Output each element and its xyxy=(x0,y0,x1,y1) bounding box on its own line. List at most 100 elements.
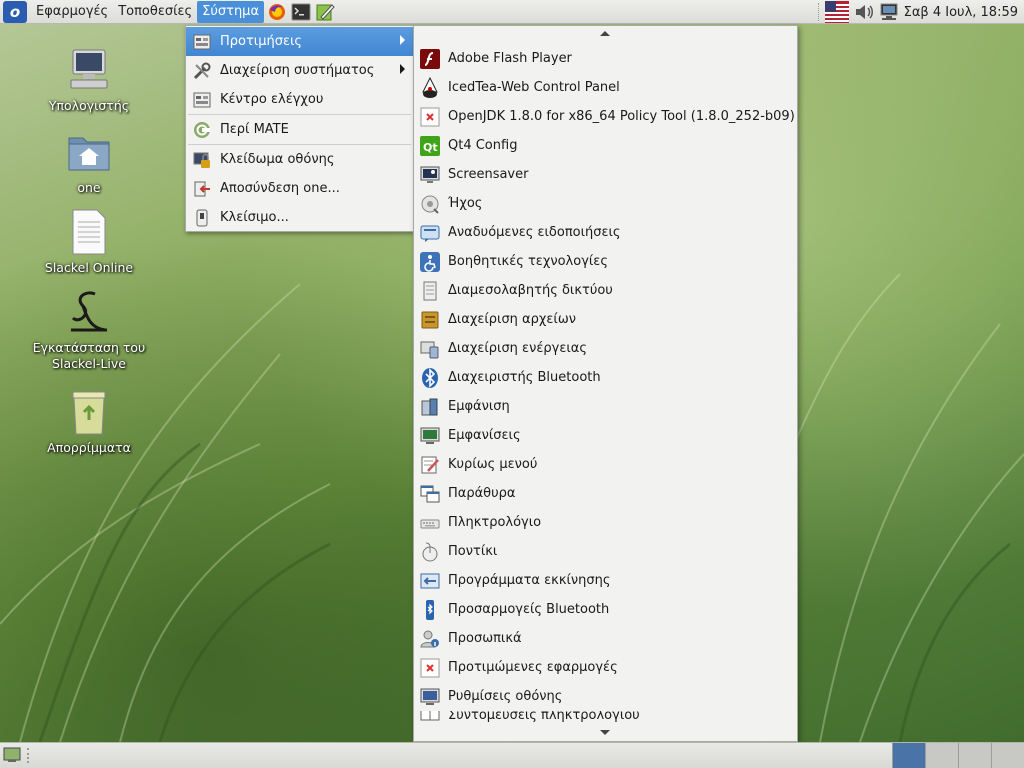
pref-item-startup-apps[interactable]: Προγράμματα εκκίνησης xyxy=(414,566,797,595)
home-folder-icon xyxy=(68,137,110,171)
pref-item-accessibility[interactable]: Βοηθητικές τεχνολογίες xyxy=(414,247,797,276)
menu-item-shutdown[interactable]: Κλείσιμο... xyxy=(186,203,413,232)
pref-item-appearance[interactable]: Εμφάνιση xyxy=(414,392,797,421)
menu-item-about-mate[interactable]: Περί MATE xyxy=(186,115,413,144)
network-proxy-icon xyxy=(419,280,441,302)
firefox-icon[interactable] xyxy=(266,2,288,22)
pref-item-label: Προγράμματα εκκίνησης xyxy=(448,573,611,588)
keyboard-icon xyxy=(419,512,441,534)
pref-item-bluetooth-adapters[interactable]: Προσαρμογείς Bluetooth xyxy=(414,595,797,624)
pref-item-notifications[interactable]: Αναδυόμενες ειδοποιήσεις xyxy=(414,218,797,247)
pref-item-label: Προτιμώμενες εφαρμογές xyxy=(448,660,618,675)
menu-item-log-out[interactable]: Αποσύνδεση one... xyxy=(186,174,413,203)
terminal-icon[interactable] xyxy=(290,2,312,22)
desktop-icon-computer[interactable]: Υπολογιστής xyxy=(29,46,149,114)
menu-item-label: Κλείσιμο... xyxy=(220,210,289,225)
pref-item-label: Αναδυόμενες ειδοποιήσεις xyxy=(448,225,621,240)
desktop-icon-label: one xyxy=(77,180,101,195)
menu-item-label: Διαχείριση συστήματος xyxy=(220,63,375,78)
pref-item-label: Adobe Flash Player xyxy=(448,51,572,66)
menu-item-preferences[interactable]: Προτιμήσεις xyxy=(186,27,413,56)
bluetooth-adapter-icon xyxy=(419,599,441,621)
pref-item-main-menu[interactable]: Κυρίως μενού xyxy=(414,450,797,479)
desktop-icon-installer[interactable]: Εγκατάσταση του Slackel-Live xyxy=(29,288,149,372)
top-panel: o Εφαρμογές Τοποθεσίες Σύστημα Σαβ 4 Ιου… xyxy=(0,0,1024,24)
screensaver-icon xyxy=(419,164,441,186)
main-menu-icon xyxy=(419,454,441,476)
text-editor-icon[interactable] xyxy=(314,2,336,22)
notifications-icon xyxy=(419,222,441,244)
network-icon[interactable] xyxy=(878,2,900,22)
desktop-icon-home[interactable]: one xyxy=(29,128,149,196)
menu-item-administration[interactable]: Διαχείριση συστήματος xyxy=(186,56,413,85)
pref-item-power-management[interactable]: Διαχείριση ενέργειας xyxy=(414,334,797,363)
pref-item-label: Εμφανίσεις xyxy=(448,428,521,443)
pref-item-windows[interactable]: Παράθυρα xyxy=(414,479,797,508)
panel-drag-handle[interactable] xyxy=(27,748,31,763)
us-flag-icon[interactable] xyxy=(824,1,849,23)
pref-item-file-management[interactable]: Διαχείριση αρχείων xyxy=(414,305,797,334)
places-menu[interactable]: Τοποθεσίες xyxy=(113,1,197,23)
document-icon xyxy=(72,209,106,255)
menu-item-label: Περί MATE xyxy=(220,122,289,137)
workspace-3[interactable] xyxy=(958,743,991,768)
pref-item-personal[interactable]: Προσωπικά xyxy=(414,624,797,653)
system-menu[interactable]: Σύστημα xyxy=(197,0,265,23)
scroll-down-arrow-icon[interactable] xyxy=(600,730,610,735)
power-management-icon xyxy=(419,338,441,360)
pref-item-label: Ήχος xyxy=(448,196,483,211)
qt-icon: Qt xyxy=(419,135,441,157)
pref-item-label: Συντομεύσεις πληκτρολογίου xyxy=(448,711,640,723)
workspace-2[interactable] xyxy=(925,743,958,768)
workspace-switcher xyxy=(892,743,1024,768)
pref-item-icedtea[interactable]: IcedTea-Web Control Panel xyxy=(414,73,797,102)
menu-item-label: Προτιμήσεις xyxy=(220,34,303,49)
pref-item-label: Screensaver xyxy=(448,167,529,182)
pref-item-keyboard[interactable]: Πληκτρολόγιο xyxy=(414,508,797,537)
slackel-installer-icon xyxy=(71,291,107,332)
pref-item-display-settings[interactable]: Ρυθμίσεις οθόνης xyxy=(414,682,797,711)
pref-item-sound[interactable]: Ήχος xyxy=(414,189,797,218)
menu-item-label: Κέντρο ελέγχου xyxy=(220,92,324,107)
desktop-icon-label: Εγκατάσταση του Slackel-Live xyxy=(32,340,146,371)
accessibility-icon xyxy=(419,251,441,273)
desktop-icon-label: Απορρίμματα xyxy=(47,440,131,455)
applications-menu[interactable]: Εφαρμογές xyxy=(31,1,113,23)
menu-item-lock-screen[interactable]: Κλείδωμα οθόνης xyxy=(186,145,413,174)
show-desktop-icon[interactable] xyxy=(3,747,21,763)
pref-item-displays[interactable]: Εμφανίσεις xyxy=(414,421,797,450)
pref-item-label: Ρυθμίσεις οθόνης xyxy=(448,689,563,704)
icedtea-icon xyxy=(419,76,441,99)
svg-text:Qt: Qt xyxy=(423,141,438,154)
desktop-icon-slackel-online[interactable]: Slackel Online xyxy=(29,208,149,276)
preferences-icon xyxy=(192,32,212,52)
pref-item-label: Διαχειριστής Bluetooth xyxy=(448,370,601,385)
desktop-icon-trash[interactable]: Απορρίμματα xyxy=(29,388,149,456)
pref-item-openjdk-policy[interactable]: OpenJDK 1.8.0 for x86_64 Policy Tool (1.… xyxy=(414,102,797,131)
pref-item-flash[interactable]: Adobe Flash Player xyxy=(414,44,797,73)
menu-item-label: Αποσύνδεση one... xyxy=(220,181,340,196)
desktop-icon-label: Slackel Online xyxy=(44,260,134,275)
distro-logo-icon[interactable]: o xyxy=(3,0,27,23)
scroll-up-arrow-icon[interactable] xyxy=(600,31,610,36)
workspace-4[interactable] xyxy=(991,743,1024,768)
pref-item-bluetooth-manager[interactable]: Διαχειριστής Bluetooth xyxy=(414,363,797,392)
system-dropdown-menu: Προτιμήσεις Διαχείριση συστήματος Κέντρο… xyxy=(185,25,414,232)
keyboard-shortcuts-icon xyxy=(419,711,441,723)
volume-icon[interactable] xyxy=(854,2,876,22)
tools-icon xyxy=(192,61,212,81)
pref-item-keyboard-shortcuts[interactable]: Συντομεύσεις πληκτρολογίου xyxy=(414,711,797,723)
shutdown-icon xyxy=(192,208,212,228)
workspace-1[interactable] xyxy=(892,743,925,768)
menu-item-control-center[interactable]: Κέντρο ελέγχου xyxy=(186,85,413,114)
clock[interactable]: Σαβ 4 Ιουλ, 18:59 xyxy=(900,5,1024,20)
file-management-icon xyxy=(419,309,441,331)
pref-item-preferred-apps[interactable]: Προτιμώμενες εφαρμογές xyxy=(414,653,797,682)
pref-item-network-proxy[interactable]: Διαμεσολαβητής δικτύου xyxy=(414,276,797,305)
pref-item-qt4-config[interactable]: Qt Qt4 Config xyxy=(414,131,797,160)
startup-apps-icon xyxy=(419,570,441,592)
pref-item-label: IcedTea-Web Control Panel xyxy=(448,80,620,95)
pref-item-screensaver[interactable]: Screensaver xyxy=(414,160,797,189)
pref-item-mouse[interactable]: Ποντίκι xyxy=(414,537,797,566)
pref-item-label: Προσωπικά xyxy=(448,631,522,646)
